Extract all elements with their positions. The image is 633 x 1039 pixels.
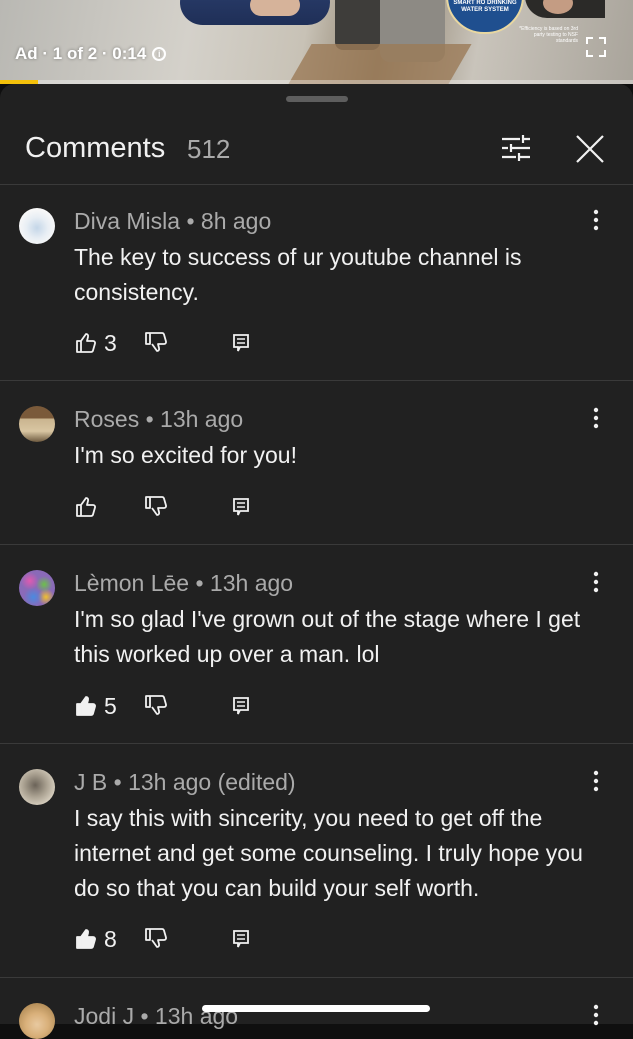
comment-actions [74, 492, 262, 522]
comment-time: • 13h ago (edited) [113, 769, 296, 795]
comment-meta: J B • 13h ago (edited) [74, 769, 296, 796]
ad-fine-print: *Efficiency is based on 3rd party testin… [519, 26, 578, 44]
comment-time: • 13h ago [145, 406, 244, 432]
kebab-icon[interactable] [588, 769, 604, 795]
comment-actions: 8 [74, 924, 262, 954]
comment-actions: 5 [74, 691, 262, 721]
comment-text: I say this with sincerity, you need to g… [74, 805, 583, 901]
reply-icon [233, 697, 249, 715]
thumbs-up-icon [76, 497, 96, 517]
avatar[interactable] [19, 1003, 55, 1039]
close-icon[interactable] [574, 133, 606, 165]
ad-video-player[interactable]: SMART RO DRINKING WATER SYSTEM *Efficien… [0, 0, 633, 84]
dislike-button[interactable] [144, 694, 232, 718]
comment-time: • 13h ago [195, 570, 294, 596]
thumbs-up-icon [76, 333, 96, 353]
dislike-button[interactable] [144, 331, 232, 355]
comments-header: Comments 512 [0, 126, 633, 184]
comment-time: • 8h ago [186, 208, 272, 234]
avatar[interactable] [19, 208, 55, 244]
thumbs-down-icon [145, 496, 167, 516]
comment-author[interactable]: Jodi J [74, 1003, 134, 1029]
avatar[interactable] [19, 406, 55, 442]
reply-icon [233, 334, 249, 352]
thumbs-down-icon [145, 928, 167, 948]
thumbs-up-icon [76, 696, 96, 716]
ad-status-text: Ad · 1 of 2 · 0:14 [15, 44, 147, 63]
comment-text: The key to success of ur youtube channel… [74, 244, 522, 305]
reply-button[interactable] [232, 333, 262, 353]
ad-image-shelf [288, 44, 472, 84]
avatar[interactable] [19, 570, 55, 606]
comment-meta: Lèmon Lēe • 13h ago [74, 570, 293, 597]
ad-status: Ad · 1 of 2 · 0:14 i [15, 44, 167, 64]
reply-icon [233, 498, 249, 516]
kebab-icon[interactable] [588, 570, 604, 596]
like-count: 5 [104, 692, 117, 719]
like-button[interactable]: 5 [74, 693, 144, 720]
comment-divider [0, 380, 633, 381]
comment-actions: 3 [74, 328, 262, 358]
comment-author[interactable]: Diva Misla [74, 208, 180, 234]
drag-handle[interactable] [286, 96, 348, 102]
comment-text: I'm so excited for you! [74, 442, 297, 468]
comment-divider [0, 977, 633, 978]
reply-button[interactable] [232, 929, 262, 949]
comment-divider [0, 743, 633, 744]
like-count: 3 [104, 329, 117, 356]
like-count: 8 [104, 925, 117, 952]
avatar[interactable] [19, 769, 55, 805]
thumbs-down-icon [145, 332, 167, 352]
reply-button[interactable] [232, 696, 262, 716]
comment-author[interactable]: Lèmon Lēe [74, 570, 189, 596]
comments-title: Comments [25, 132, 166, 164]
comments-count: 512 [187, 134, 231, 164]
filter-icon[interactable] [500, 133, 532, 163]
comment-meta: Diva Misla • 8h ago [74, 208, 271, 235]
info-icon[interactable]: i [152, 47, 167, 61]
thumbs-down-icon [145, 695, 167, 715]
ad-image-filter [335, 0, 380, 50]
kebab-icon[interactable] [588, 406, 604, 432]
ad-image-hand [250, 0, 300, 16]
dislike-button[interactable] [144, 927, 232, 951]
kebab-icon[interactable] [588, 1003, 604, 1029]
header-divider [0, 184, 633, 185]
kebab-icon[interactable] [588, 208, 604, 234]
like-button[interactable]: 3 [74, 330, 144, 357]
like-button[interactable] [74, 495, 144, 519]
reply-icon [233, 930, 249, 948]
reply-button[interactable] [232, 497, 262, 517]
fullscreen-icon[interactable] [586, 37, 606, 57]
comment-divider [0, 544, 633, 545]
comment-author[interactable]: J B [74, 769, 107, 795]
home-indicator[interactable] [202, 1005, 430, 1012]
dislike-button[interactable] [144, 495, 232, 519]
comment-meta: Roses • 13h ago [74, 406, 243, 433]
like-button[interactable]: 8 [74, 926, 144, 953]
comment-text: I'm so glad I've grown out of the stage … [74, 606, 581, 667]
comment-author[interactable]: Roses [74, 406, 139, 432]
thumbs-up-icon [76, 929, 96, 949]
